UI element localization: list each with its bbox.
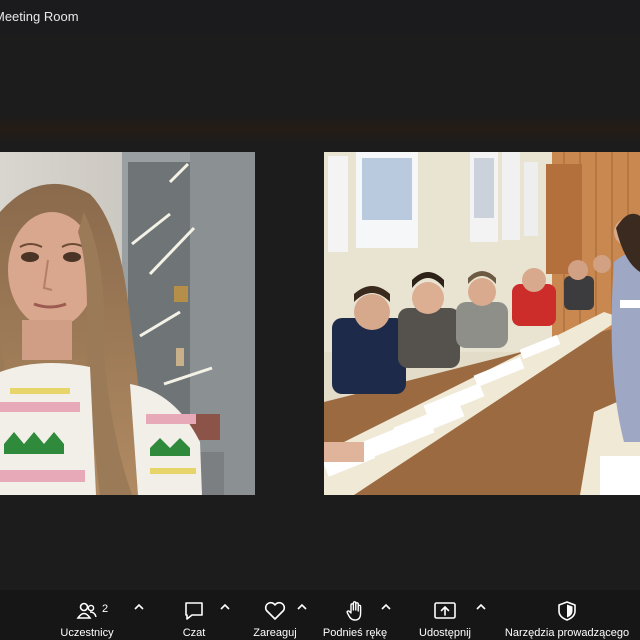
raise-hand-button[interactable]: Podnieś rękę <box>318 590 392 640</box>
shield-icon <box>558 601 576 621</box>
title-bar: Meeting Room <box>0 0 640 34</box>
share-options-caret-icon[interactable] <box>476 603 486 611</box>
participants-icon <box>76 602 97 619</box>
stage-divider <box>0 114 640 144</box>
raise-hand-options-caret-icon[interactable] <box>381 603 391 611</box>
react-options-caret-icon[interactable] <box>297 603 307 611</box>
chat-button[interactable]: Czat <box>168 590 220 640</box>
host-tools-button[interactable]: Narzędzia prowadzącego <box>496 590 638 640</box>
raise-hand-label: Podnieś rękę <box>322 627 388 639</box>
participant-video-frame <box>324 152 640 495</box>
chat-options-caret-icon[interactable] <box>220 603 230 611</box>
chat-bubble-icon <box>185 602 203 620</box>
participants-label: Uczestnicy <box>60 627 114 639</box>
participant-video-right[interactable] <box>324 152 640 495</box>
share-screen-icon <box>434 602 456 619</box>
share-screen-button[interactable]: Udostępnij <box>410 590 480 640</box>
participants-options-caret-icon[interactable] <box>134 603 144 611</box>
react-button[interactable]: Zareaguj <box>244 590 306 640</box>
participants-button[interactable]: 2 Uczestnicy <box>50 590 130 640</box>
chat-label: Czat <box>182 627 206 639</box>
participant-video-frame <box>0 152 255 495</box>
heart-icon <box>264 601 286 620</box>
participant-count: 2 <box>102 603 109 615</box>
window-title: Meeting Room <box>0 9 79 24</box>
host-tools-label: Narzędzia prowadzącego <box>504 627 630 639</box>
meeting-toolbar: 2 Uczestnicy Czat Zareaguj Podnieś rękę <box>0 590 640 640</box>
hand-icon <box>346 601 362 621</box>
participant-video-left[interactable] <box>0 152 255 495</box>
share-screen-label: Udostępnij <box>419 627 471 639</box>
react-label: Zareaguj <box>253 627 297 639</box>
